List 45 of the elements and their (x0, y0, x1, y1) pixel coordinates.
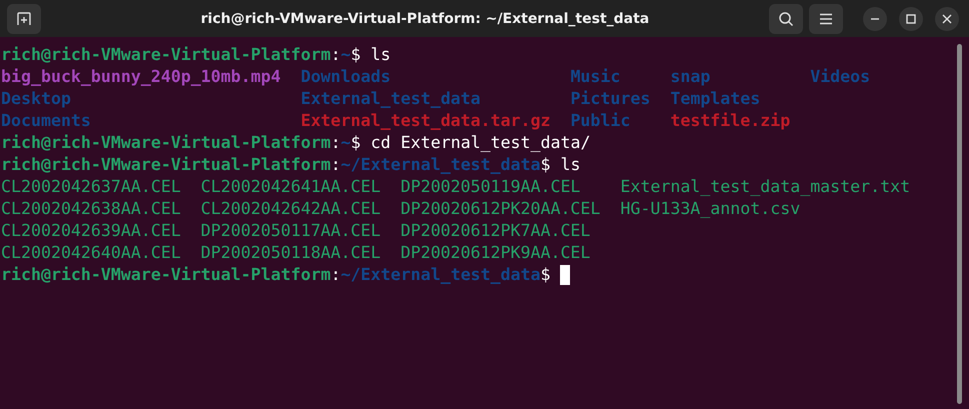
command-line: rich@rich-VMware-Virtual-Platform:~$ cd External_test_data/ (1, 132, 590, 154)
file-name: CL2002042642AA.CEL (200, 198, 381, 220)
command-line: rich@rich-VMware-Virtual-Platform:~/External_test_data$ ls (1, 154, 580, 176)
file-name: CL2002042641AA.CEL (200, 176, 381, 198)
file-name: DP20020612PK9AA.CEL (400, 242, 592, 264)
new-tab-icon (16, 10, 32, 26)
file-name: External_test_data_master.txt (620, 176, 910, 198)
menu-button[interactable] (809, 4, 843, 34)
new-tab-button[interactable] (7, 4, 41, 34)
command-line: rich@rich-VMware-Virtual-Platform:~/External_test_data$ (1, 264, 552, 286)
search-button[interactable] (769, 4, 803, 34)
file-name: Music (570, 66, 622, 88)
file-name: DP20020612PK7AA.CEL (400, 220, 592, 242)
file-name: big_buck_bunny_240p_10mb.mp4 (1, 66, 281, 88)
file-name: Public (570, 110, 632, 132)
minimize-button[interactable] (863, 6, 887, 30)
search-icon (778, 10, 794, 26)
window-title: rich@rich-VMware-Virtual-Platform: ~/External_test_data (200, 10, 650, 26)
file-name: Videos (810, 66, 870, 88)
file-name: CL2002042637AA.CEL (1, 176, 181, 198)
file-name: External_test_data (300, 88, 482, 110)
file-name: Templates (670, 88, 762, 110)
file-name: testfile.zip (670, 110, 790, 132)
file-name: DP2002050119AA.CEL (400, 176, 582, 198)
file-name: External_test_data.tar.gz (300, 110, 550, 132)
file-name: HG-U133A_annot.csv (620, 198, 802, 220)
file-name: CL2002042640AA.CEL (1, 242, 181, 264)
file-name: Pictures (570, 88, 650, 110)
command-line: rich@rich-VMware-Virtual-Platform:~$ ls (1, 44, 391, 66)
close-icon (942, 14, 952, 24)
file-name: Downloads (300, 66, 392, 88)
minimize-icon (870, 18, 880, 20)
scrollbar[interactable] (957, 44, 962, 404)
maximize-icon (906, 14, 916, 24)
file-name: Documents (1, 110, 92, 132)
file-name: CL2002042638AA.CEL (1, 198, 181, 220)
file-name: DP20020612PK20AA.CEL (400, 198, 600, 220)
menu-icon (819, 12, 833, 24)
close-button[interactable] (935, 6, 959, 30)
file-name: DP2002050118AA.CEL (200, 242, 381, 264)
maximize-button[interactable] (899, 6, 923, 30)
file-name: CL2002042639AA.CEL (1, 220, 181, 242)
file-name: DP2002050117AA.CEL (200, 220, 381, 242)
file-name: snap (670, 66, 712, 88)
file-name: Desktop (1, 88, 72, 110)
